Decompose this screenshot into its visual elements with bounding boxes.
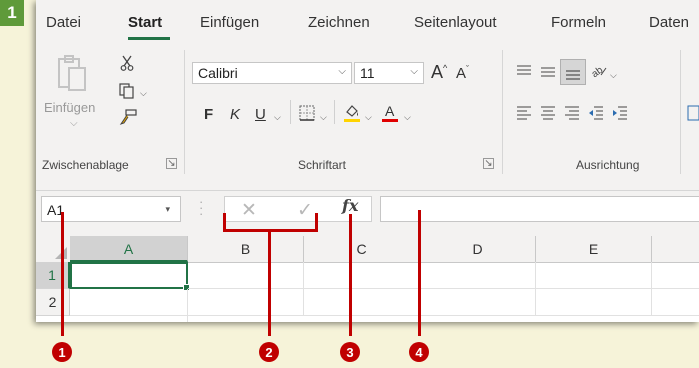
font-name-select[interactable]: Calibri ⌵ [192, 62, 352, 84]
column-header-a[interactable]: A [70, 236, 188, 262]
callout-3: 3 [340, 342, 360, 362]
tab-datei[interactable]: Datei [46, 14, 81, 31]
font-name-value: Calibri [198, 65, 238, 81]
tab-seitenlayout[interactable]: Seitenlayout [414, 14, 497, 31]
group-separator [502, 50, 503, 174]
align-bottom-button[interactable] [560, 59, 586, 85]
font-color-icon[interactable]: A [381, 102, 399, 124]
divider [334, 100, 335, 124]
font-launcher-icon[interactable]: ↘ [483, 158, 494, 169]
borders-dropdown-icon[interactable]: ⌵ [320, 112, 327, 123]
tab-start[interactable]: Start [128, 14, 162, 31]
borders-icon[interactable] [298, 104, 316, 122]
callout-line-4 [418, 210, 421, 336]
active-tab-indicator [128, 37, 170, 40]
formula-bar: A1 ▾ · · · ✕ ✓ fx [36, 190, 699, 227]
cell-d1[interactable] [420, 262, 536, 289]
select-all-button[interactable] [36, 236, 71, 262]
chevron-down-icon: ⌵ [410, 66, 418, 77]
fill-color-icon[interactable] [342, 102, 362, 124]
font-group-label: Schriftart [298, 158, 347, 172]
clipboard-launcher-icon[interactable]: ↘ [166, 158, 177, 169]
cancel-icon[interactable]: ✕ [241, 199, 257, 222]
orientation-icon[interactable]: ab [590, 62, 608, 80]
callout-2: 2 [259, 342, 279, 362]
orientation-dropdown-icon[interactable]: ⌵ [610, 70, 617, 81]
font-size-value: 11 [360, 65, 375, 81]
tab-einfuegen[interactable]: Einfügen [200, 14, 259, 31]
cell-e2[interactable] [536, 289, 652, 316]
callout-4: 4 [409, 342, 429, 362]
column-header-f[interactable] [652, 236, 699, 262]
row-header-1[interactable]: 1 [36, 262, 70, 289]
paste-dropdown-icon[interactable]: ⌵ [70, 118, 78, 129]
callout-bracket-right [315, 213, 318, 231]
decrease-indent-icon[interactable] [586, 104, 606, 122]
cell-d2[interactable] [420, 289, 536, 316]
ribbon-tabs: Datei Start Einfügen Zeichnen Seitenlayo… [36, 0, 699, 42]
group-separator [184, 50, 185, 174]
cell-a1[interactable] [70, 262, 190, 291]
font-size-select[interactable]: 11 ⌵ [354, 62, 424, 84]
insert-function-button[interactable]: fx [342, 196, 358, 215]
align-right-icon[interactable] [562, 104, 582, 122]
cell-b2[interactable] [188, 289, 304, 316]
italic-button[interactable]: K [230, 106, 240, 123]
format-painter-icon[interactable] [118, 108, 138, 126]
step-badge: 1 [0, 0, 24, 26]
align-top-icon[interactable] [514, 62, 534, 80]
cell-c2[interactable] [304, 289, 420, 316]
enter-icon[interactable]: ✓ [297, 199, 313, 222]
cell-f1[interactable] [652, 262, 699, 289]
paste-icon[interactable] [54, 52, 90, 96]
svg-text:A: A [385, 103, 395, 119]
excel-window: Datei Start Einfügen Zeichnen Seitenlayo… [36, 0, 699, 322]
underline-button[interactable]: U [255, 106, 266, 123]
cell-f2[interactable] [652, 289, 699, 316]
column-header-row: A B C D E [36, 236, 699, 263]
tab-formeln[interactable]: Formeln [551, 14, 606, 31]
divider [290, 100, 291, 124]
tab-zeichnen[interactable]: Zeichnen [308, 14, 370, 31]
column-header-d[interactable]: D [420, 236, 536, 262]
font-color-dropdown-icon[interactable]: ⌵ [404, 112, 411, 123]
cell-b1[interactable] [188, 262, 304, 289]
chevron-down-icon: ⌵ [338, 66, 346, 77]
increase-font-size-icon[interactable]: A^ [431, 62, 447, 83]
cut-icon[interactable] [118, 54, 136, 72]
row-header-2[interactable]: 2 [36, 289, 70, 316]
chevron-down-icon[interactable]: ▾ [165, 204, 170, 215]
wrap-text-icon[interactable] [686, 104, 699, 122]
fill-color-dropdown-icon[interactable]: ⌵ [365, 112, 372, 123]
bold-button[interactable]: F [204, 106, 213, 123]
callout-line-1 [61, 212, 64, 336]
align-left-icon[interactable] [514, 104, 534, 122]
underline-dropdown-icon[interactable]: ⌵ [274, 112, 281, 123]
increase-indent-icon[interactable] [610, 104, 630, 122]
tab-daten[interactable]: Daten [649, 14, 689, 31]
align-middle-icon[interactable] [538, 62, 558, 80]
cell-e1[interactable] [536, 262, 652, 289]
copy-icon[interactable] [118, 82, 136, 100]
callout-line-3 [349, 214, 352, 336]
copy-dropdown-icon[interactable]: ⌵ [140, 88, 147, 99]
cell-c1[interactable] [304, 262, 420, 289]
callout-line-2 [268, 229, 271, 336]
group-separator [680, 50, 681, 174]
decrease-font-size-icon[interactable]: Aˇ [456, 64, 469, 82]
column-header-e[interactable]: E [536, 236, 652, 262]
cell-a2[interactable] [70, 289, 188, 316]
column-header-c[interactable]: C [304, 236, 420, 262]
worksheet-grid: A B C D E 1 2 [36, 236, 699, 322]
cell-a3[interactable] [70, 316, 188, 322]
ribbon: Einfügen ⌵ ⌵ Zwischenablage ↘ Calibri ⌵ … [36, 42, 699, 180]
callout-1: 1 [52, 342, 72, 362]
paste-button-label[interactable]: Einfügen [44, 100, 95, 115]
column-header-b[interactable]: B [188, 236, 304, 262]
alignment-group-label: Ausrichtung [576, 158, 640, 172]
formula-input[interactable] [380, 196, 699, 222]
align-center-icon[interactable] [538, 104, 558, 122]
clipboard-group-label: Zwischenablage [42, 158, 129, 172]
drag-handle-icon[interactable]: · · · [199, 195, 203, 220]
